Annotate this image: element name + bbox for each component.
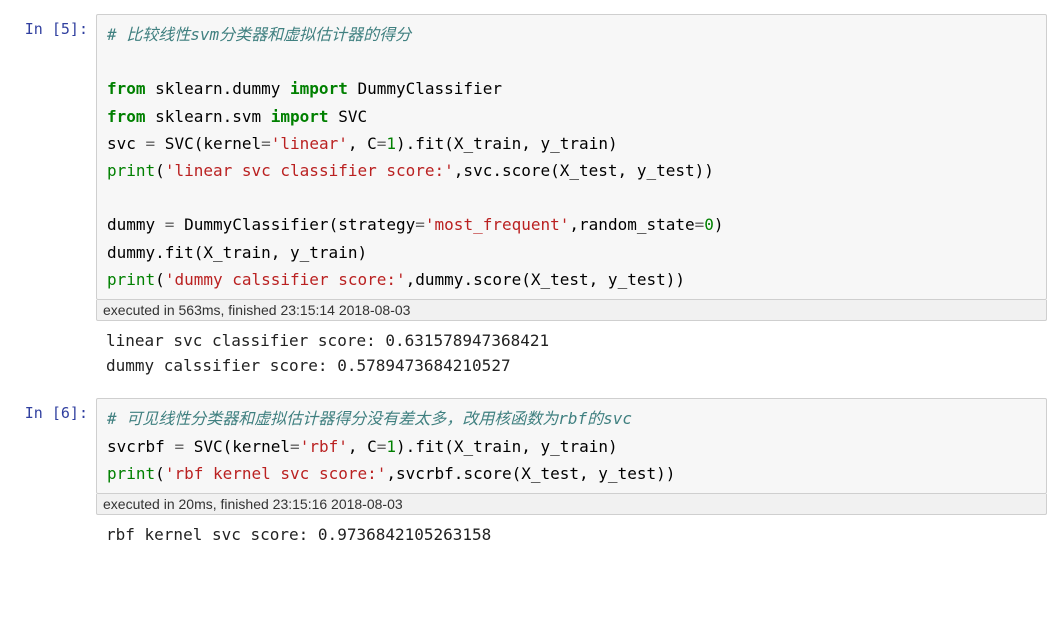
code-cell: In [5]: # 比较线性svm分类器和虚拟估计器的得分 from sklea… — [0, 10, 1057, 394]
input-area-wrap: # 可见线性分类器和虚拟估计器得分没有差太多，改用核函数为rbf的svc svc… — [96, 398, 1047, 561]
input-prompt: In [6]: — [10, 398, 96, 422]
notebook: In [5]: # 比较线性svm分类器和虚拟估计器的得分 from sklea… — [0, 0, 1057, 588]
input-prompt: In [5]: — [10, 14, 96, 38]
code-input[interactable]: # 比较线性svm分类器和虚拟估计器的得分 from sklearn.dummy… — [96, 14, 1047, 300]
stdout-output: rbf kernel svc score: 0.9736842105263158 — [96, 523, 1047, 548]
execution-timing: executed in 20ms, finished 23:15:16 2018… — [96, 494, 1047, 515]
stdout-output: linear svc classifier score: 0.631578947… — [96, 329, 1047, 379]
execution-timing: executed in 563ms, finished 23:15:14 201… — [96, 300, 1047, 321]
code-input[interactable]: # 可见线性分类器和虚拟估计器得分没有差太多，改用核函数为rbf的svc svc… — [96, 398, 1047, 494]
input-area-wrap: # 比较线性svm分类器和虚拟估计器的得分 from sklearn.dummy… — [96, 14, 1047, 392]
code-cell: In [6]: # 可见线性分类器和虚拟估计器得分没有差太多，改用核函数为rbf… — [0, 394, 1057, 563]
